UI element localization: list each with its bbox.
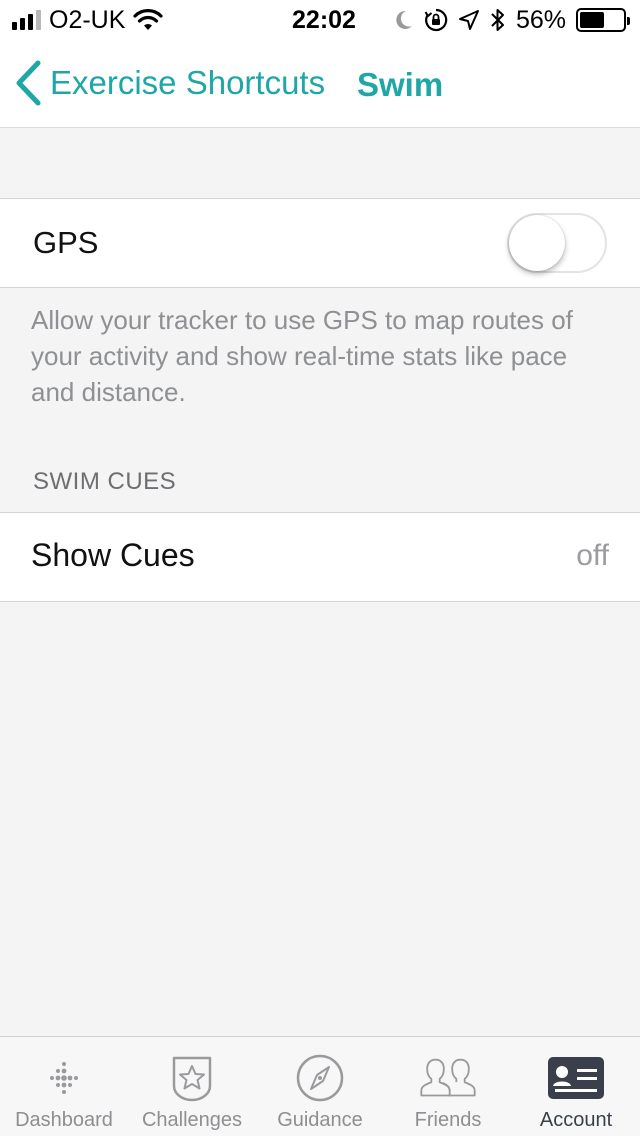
orientation-lock-icon — [424, 8, 448, 32]
battery-percent: 56% — [515, 5, 566, 34]
show-cues-value: off — [576, 539, 609, 572]
tab-account-label: Account — [539, 1109, 613, 1131]
exercise-swim-settings-screen: O2-UK 22:02 56% Exercise Shortcuts Swim … — [0, 0, 640, 1136]
tab-guidance-label: Guidance — [277, 1109, 363, 1131]
tab-challenges-label: Challenges — [141, 1109, 243, 1131]
chevron-left-icon — [16, 60, 41, 106]
tab-challenges[interactable]: Challenges — [128, 1037, 256, 1136]
people-icon — [418, 1051, 478, 1105]
gps-description: Allow your tracker to use GPS to map rou… — [31, 305, 573, 407]
swim-cues-section-header: SWIM CUES — [33, 468, 177, 495]
back-button-label: Exercise Shortcuts — [50, 64, 326, 101]
navigation-bar: Exercise Shortcuts Swim — [0, 40, 640, 128]
gps-setting-row: GPS — [0, 198, 640, 288]
tab-guidance[interactable]: Guidance — [256, 1037, 384, 1136]
compass-icon — [290, 1051, 350, 1105]
bluetooth-icon — [491, 9, 504, 31]
show-cues-label: Show Cues — [31, 537, 195, 573]
gps-label: GPS — [33, 225, 99, 260]
tab-friends-label: Friends — [414, 1109, 482, 1131]
tab-dashboard-label: Dashboard — [15, 1109, 113, 1131]
do-not-disturb-moon-icon — [396, 10, 412, 29]
back-button[interactable]: Exercise Shortcuts — [14, 58, 325, 108]
id-card-icon — [546, 1051, 606, 1105]
tab-bar: Dashboard Challenges Guidance Friends Ac… — [0, 1036, 640, 1136]
status-bar-right: 56% — [394, 5, 630, 34]
tab-dashboard[interactable]: Dashboard — [0, 1037, 128, 1136]
tab-friends[interactable]: Friends — [384, 1037, 512, 1136]
battery-icon — [576, 8, 630, 32]
battery-fill — [580, 12, 604, 28]
gps-toggle[interactable] — [507, 213, 607, 273]
page-title: Swim — [357, 66, 444, 103]
location-arrow-icon — [458, 10, 479, 30]
badge-star-icon — [162, 1051, 222, 1105]
fitbit-dots-icon — [34, 1051, 94, 1105]
tab-account[interactable]: Account — [512, 1037, 640, 1136]
status-bar: O2-UK 22:02 56% — [0, 0, 640, 40]
gps-toggle-knob — [509, 215, 565, 271]
show-cues-row[interactable]: Show Cues off — [0, 512, 640, 602]
